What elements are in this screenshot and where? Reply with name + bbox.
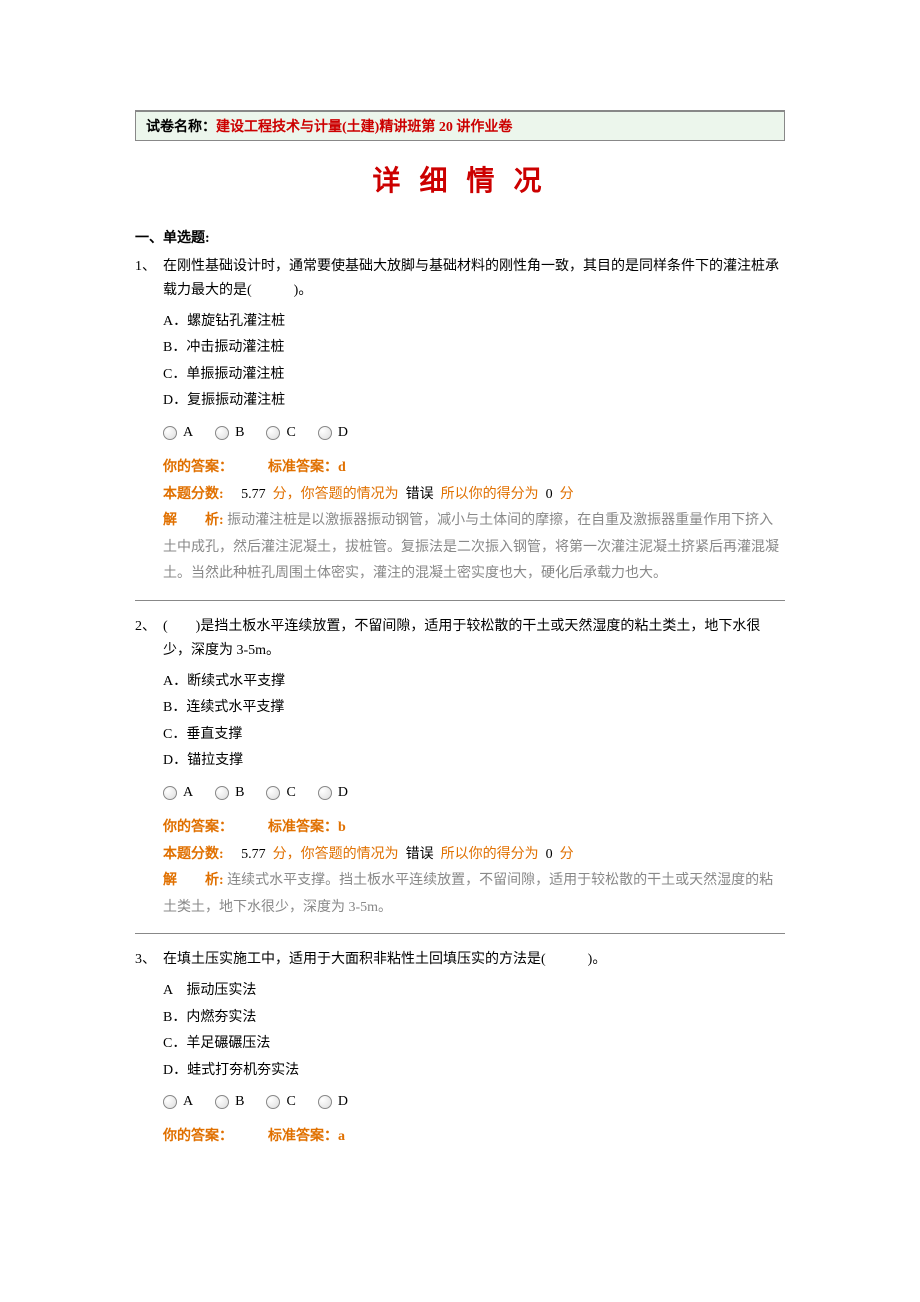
option-a: A．断续式水平支撑 xyxy=(163,669,785,696)
option-d: D．蛙式打夯机夯实法 xyxy=(163,1058,785,1085)
paper-name-prefix: 试卷名称： xyxy=(146,120,216,135)
score-text-1: 分，你答题的情况为 xyxy=(273,847,399,862)
radio-label-c: C xyxy=(286,1094,295,1110)
option-c: C．羊足碾碾压法 xyxy=(163,1031,785,1058)
question-number: 2、 xyxy=(135,615,163,663)
radio-c[interactable] xyxy=(266,426,280,440)
score-points: 5.77 xyxy=(241,487,266,502)
your-answer-label: 你的答案： xyxy=(163,820,233,835)
radio-a[interactable] xyxy=(163,1095,177,1109)
score-unit: 分 xyxy=(560,847,574,862)
score-label: 本题分数: xyxy=(163,487,224,502)
option-c: C．单振振动灌注桩 xyxy=(163,362,785,389)
page-title: 详 细 情 况 xyxy=(135,159,785,199)
radio-label-b: B xyxy=(235,425,244,441)
radio-label-d: D xyxy=(338,785,348,801)
analysis-label: 解 析: xyxy=(163,513,224,528)
radio-label-a: A xyxy=(183,785,193,801)
option-d: D．锚拉支撑 xyxy=(163,748,785,775)
score-unit: 分 xyxy=(560,487,574,502)
radio-label-c: C xyxy=(286,785,295,801)
answer-block: 你的答案： 标准答案：d 本题分数: 5.77 分，你答题的情况为 错误 所以你… xyxy=(163,455,785,588)
option-b: B．连续式水平支撑 xyxy=(163,695,785,722)
standard-answer-value: b xyxy=(338,820,346,835)
radio-label-d: D xyxy=(338,1094,348,1110)
paper-name-header: 试卷名称：建设工程技术与计量(土建)精讲班第 20 讲作业卷 xyxy=(135,111,785,141)
radio-group: A B C D xyxy=(163,425,785,441)
question-block: 3、 在填土压实施工中，适用于大面积非粘性土回填压实的方法是( )。 A 振动压… xyxy=(135,948,785,1151)
answer-block: 你的答案： 标准答案：a xyxy=(163,1124,785,1151)
score-text-1: 分，你答题的情况为 xyxy=(273,487,399,502)
radio-d[interactable] xyxy=(318,786,332,800)
score-got: 0 xyxy=(546,847,553,862)
radio-group: A B C D xyxy=(163,1094,785,1110)
question-stem: ( )是挡土板水平连续放置，不留间隙，适用于较松散的干土或天然湿度的粘土类土，地… xyxy=(163,615,785,663)
option-a: A．螺旋钻孔灌注桩 xyxy=(163,309,785,336)
radio-label-c: C xyxy=(286,425,295,441)
analysis-text: 振动灌注桩是以激振器振动钢管，减小与土体间的摩擦，在自重及激振器重量作用下挤入土… xyxy=(163,513,779,581)
your-answer-label: 你的答案： xyxy=(163,460,233,475)
radio-a[interactable] xyxy=(163,786,177,800)
score-text-2: 所以你的得分为 xyxy=(441,487,539,502)
standard-answer-value: a xyxy=(338,1129,345,1144)
standard-answer-label: 标准答案： xyxy=(268,1129,338,1144)
paper-name-title: 建设工程技术与计量(土建)精讲班第 20 讲作业卷 xyxy=(216,120,512,135)
radio-label-d: D xyxy=(338,425,348,441)
radio-b[interactable] xyxy=(215,1095,229,1109)
radio-b[interactable] xyxy=(215,426,229,440)
radio-label-b: B xyxy=(235,1094,244,1110)
score-got: 0 xyxy=(546,487,553,502)
standard-answer-label: 标准答案： xyxy=(268,820,338,835)
section-heading: 一、单选题: xyxy=(135,227,785,247)
radio-a[interactable] xyxy=(163,426,177,440)
your-answer-label: 你的答案： xyxy=(163,1129,233,1144)
radio-c[interactable] xyxy=(266,786,280,800)
score-points: 5.77 xyxy=(241,847,266,862)
options-list: A．螺旋钻孔灌注桩 B．冲击振动灌注桩 C．单振振动灌注桩 D．复振振动灌注桩 xyxy=(163,309,785,415)
option-c: C．垂直支撑 xyxy=(163,722,785,749)
question-block: 2、 ( )是挡土板水平连续放置，不留间隙，适用于较松散的干土或天然湿度的粘土类… xyxy=(135,615,785,921)
option-b: B．内燃夯实法 xyxy=(163,1005,785,1032)
question-number: 1、 xyxy=(135,255,163,303)
radio-group: A B C D xyxy=(163,785,785,801)
score-status: 错误 xyxy=(406,487,434,502)
options-list: A 振动压实法 B．内燃夯实法 C．羊足碾碾压法 D．蛙式打夯机夯实法 xyxy=(163,978,785,1084)
score-label: 本题分数: xyxy=(163,847,224,862)
options-list: A．断续式水平支撑 B．连续式水平支撑 C．垂直支撑 D．锚拉支撑 xyxy=(163,669,785,775)
divider xyxy=(135,933,785,934)
radio-c[interactable] xyxy=(266,1095,280,1109)
standard-answer-label: 标准答案： xyxy=(268,460,338,475)
question-stem: 在刚性基础设计时，通常要使基础大放脚与基础材料的刚性角一致，其目的是同样条件下的… xyxy=(163,255,785,303)
analysis-label: 解 析: xyxy=(163,873,224,888)
radio-d[interactable] xyxy=(318,1095,332,1109)
option-b: B．冲击振动灌注桩 xyxy=(163,335,785,362)
answer-block: 你的答案： 标准答案：b 本题分数: 5.77 分，你答题的情况为 错误 所以你… xyxy=(163,815,785,921)
radio-label-b: B xyxy=(235,785,244,801)
radio-label-a: A xyxy=(183,1094,193,1110)
divider xyxy=(135,600,785,601)
question-stem: 在填土压实施工中，适用于大面积非粘性土回填压实的方法是( )。 xyxy=(163,948,785,972)
radio-label-a: A xyxy=(183,425,193,441)
option-a: A 振动压实法 xyxy=(163,978,785,1005)
question-number: 3、 xyxy=(135,948,163,972)
option-d: D．复振振动灌注桩 xyxy=(163,388,785,415)
radio-b[interactable] xyxy=(215,786,229,800)
radio-d[interactable] xyxy=(318,426,332,440)
analysis-text: 连续式水平支撑。挡土板水平连续放置，不留间隙，适用于较松散的干土或天然湿度的粘土… xyxy=(163,873,773,915)
standard-answer-value: d xyxy=(338,460,346,475)
question-block: 1、 在刚性基础设计时，通常要使基础大放脚与基础材料的刚性角一致，其目的是同样条… xyxy=(135,255,785,588)
score-text-2: 所以你的得分为 xyxy=(441,847,539,862)
score-status: 错误 xyxy=(406,847,434,862)
